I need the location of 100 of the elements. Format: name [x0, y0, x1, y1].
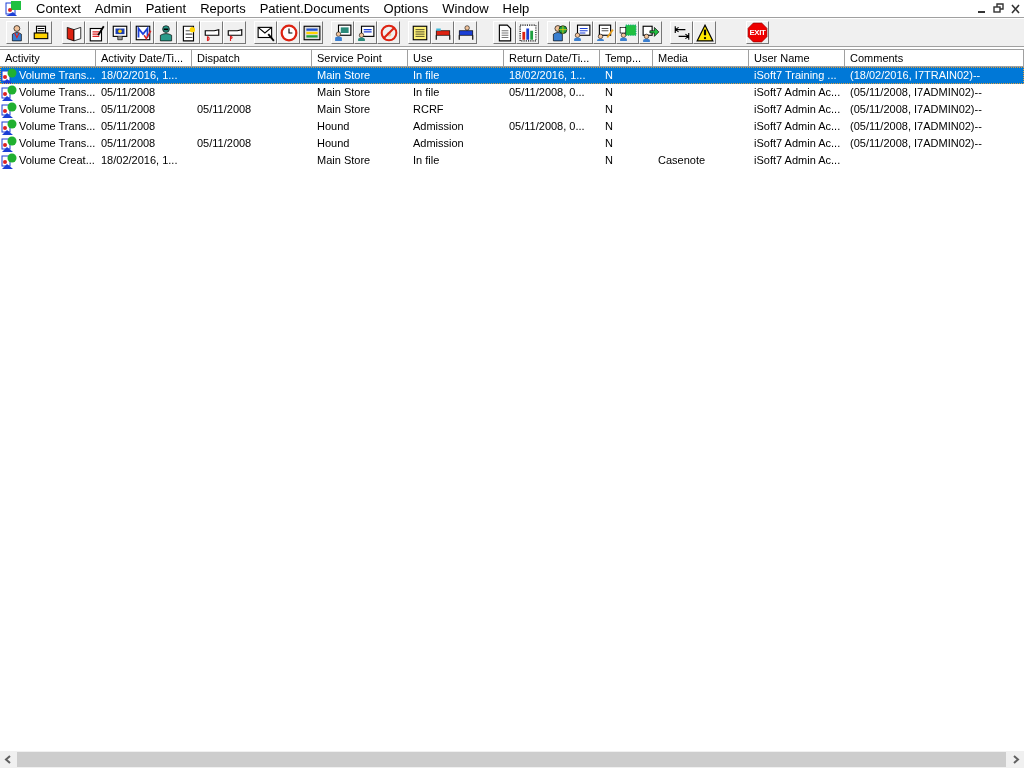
- table-row[interactable]: Volume Trans... 05/11/2008 05/11/2008 Hound Admission N iSoft7 Admin Ac... (05/11/2008, I7ADMIN02)--: [0, 135, 1024, 152]
- table-cell: (05/11/2008, I7ADMIN02)--: [850, 136, 982, 151]
- table-cell: 05/11/2008: [101, 102, 156, 117]
- table-row[interactable]: Volume Trans... 05/11/2008 Hound Admission 05/11/2008, 0... N iSoft7 Admin Ac... (05/11/2008, I7ADMIN02)--: [0, 118, 1024, 135]
- table-cell: 05/11/2008: [101, 119, 156, 134]
- clock-button[interactable]: [277, 21, 300, 44]
- table-cell: N: [605, 119, 613, 134]
- table-cell: Volume Trans...: [19, 68, 96, 83]
- table-cell: iSoft7 Admin Ac...: [754, 85, 841, 100]
- table-cell: Main Store: [317, 68, 371, 83]
- bar-chart-icon: [518, 23, 537, 42]
- printer-icon: [31, 23, 50, 42]
- monitor-button[interactable]: [108, 21, 131, 44]
- card-button[interactable]: [354, 21, 377, 44]
- table-cell: Volume Trans...: [19, 102, 96, 117]
- column-header[interactable]: Return Date/Ti...: [504, 50, 600, 67]
- column-header[interactable]: Use: [408, 50, 504, 67]
- table-cell: Casenote: [658, 153, 706, 168]
- table-cell: iSoft7 Admin Ac...: [754, 119, 841, 134]
- table-cell: RCRF: [413, 102, 444, 117]
- table-row[interactable]: Volume Trans... 18/02/2016, 1... Main Store In file 18/02/2016, 1... N iSoft7 Training ... (18/02/2016, I7TRAIN02)--: [0, 67, 1024, 84]
- table-cell: 18/02/2016, 1...: [101, 68, 178, 83]
- form-button[interactable]: [593, 21, 616, 44]
- table-cell: Main Store: [317, 102, 371, 117]
- table-cell: 05/11/2008: [101, 136, 156, 151]
- monitor-icon: [333, 23, 352, 42]
- table-cell: (05/11/2008, I7ADMIN02)--: [850, 85, 982, 100]
- table-cell: (05/11/2008, I7ADMIN02)--: [850, 102, 982, 117]
- book-button[interactable]: [62, 21, 85, 44]
- table-cell: 05/11/2008: [197, 102, 252, 117]
- prohibited-button[interactable]: [377, 21, 400, 44]
- window-button[interactable]: [300, 21, 323, 44]
- table-cell: N: [605, 102, 613, 117]
- table-cell: Hound: [317, 119, 350, 134]
- menu-item[interactable]: Patient.Documents: [252, 1, 377, 16]
- clock-icon: [279, 23, 298, 42]
- column-header[interactable]: Activity Date/Ti...: [96, 50, 192, 67]
- globe-button[interactable]: [547, 21, 570, 44]
- table-row[interactable]: Volume Trans... 05/11/2008 Main Store In file 05/11/2008, 0... N iSoft7 Admin Ac... (05/11/2008, I7ADMIN02)--: [0, 84, 1024, 101]
- table-cell: In file: [413, 153, 440, 168]
- table-row[interactable]: Volume Creat... 18/02/2016, 1... Main Store In file N Casenote iSoft7 Admin Ac...: [0, 152, 1024, 169]
- menu-item[interactable]: Help: [495, 1, 537, 16]
- bed-button[interactable]: [431, 21, 454, 44]
- menu-item[interactable]: Patient: [138, 1, 194, 16]
- menu-item[interactable]: Admin: [87, 1, 139, 16]
- menu-item[interactable]: Window: [435, 1, 496, 16]
- table-cell: Volume Creat...: [19, 153, 95, 168]
- checklist-button[interactable]: [131, 21, 154, 44]
- table-cell: N: [605, 136, 613, 151]
- table-cell: Admission: [413, 136, 464, 151]
- notepad-button[interactable]: [85, 21, 108, 44]
- document-check-icon: [133, 23, 152, 42]
- column-header[interactable]: Media: [653, 50, 749, 67]
- arrows-icon: [672, 23, 691, 42]
- surgeon-button[interactable]: [154, 21, 177, 44]
- chart-button[interactable]: [516, 21, 539, 44]
- document-button[interactable]: [493, 21, 516, 44]
- monitor-button[interactable]: [331, 21, 354, 44]
- warning-button[interactable]: [693, 21, 716, 44]
- menu-item[interactable]: Context: [29, 1, 88, 16]
- column-header[interactable]: Activity: [0, 50, 96, 67]
- doctor-button[interactable]: [6, 21, 29, 44]
- table-cell: 05/11/2008, 0...: [509, 119, 585, 134]
- arrows-button[interactable]: [670, 21, 693, 44]
- note-icon: [410, 23, 429, 42]
- table-cell: iSoft7 Admin Ac...: [754, 153, 841, 168]
- print-button[interactable]: [29, 21, 52, 44]
- table-cell: Volume Trans...: [19, 85, 96, 100]
- prohibited-icon: [379, 23, 398, 42]
- transfer-button[interactable]: [639, 21, 662, 44]
- column-header[interactable]: Comments: [845, 50, 1024, 67]
- column-header[interactable]: Temp...: [600, 50, 653, 67]
- scrollbar-thumb[interactable]: [17, 752, 1006, 767]
- envelope-button[interactable]: [254, 21, 277, 44]
- table-cell: 05/11/2008, 0...: [509, 85, 585, 100]
- table-row[interactable]: Volume Trans... 05/11/2008 05/11/2008 Main Store RCRF N iSoft7 Admin Ac... (05/11/2008, I7ADMIN02)--: [0, 101, 1024, 118]
- table-cell: In file: [413, 68, 440, 83]
- warning-icon: [695, 23, 714, 42]
- notepad-icon: [87, 23, 106, 42]
- table-cell: iSoft7 Training ...: [754, 68, 837, 83]
- table-cell: N: [605, 153, 613, 168]
- column-header[interactable]: Service Point: [312, 50, 408, 67]
- table-cell: 18/02/2016, 1...: [101, 153, 178, 168]
- document-button[interactable]: [177, 21, 200, 44]
- table-cell: N: [605, 68, 613, 83]
- column-header[interactable]: Dispatch: [192, 50, 312, 67]
- table-cell: iSoft7 Admin Ac...: [754, 136, 841, 151]
- bed-button[interactable]: [454, 21, 477, 44]
- menu-item[interactable]: Reports: [193, 1, 253, 16]
- menu-item[interactable]: Options: [376, 1, 436, 16]
- form-button[interactable]: [570, 21, 593, 44]
- form-icon: [572, 23, 591, 42]
- table-cell: (05/11/2008, I7ADMIN02)--: [850, 119, 982, 134]
- table-cell: Hound: [317, 136, 350, 151]
- form-icon: [595, 23, 614, 42]
- column-header[interactable]: User Name: [749, 50, 845, 67]
- card-icon: [356, 23, 375, 42]
- table-cell: Main Store: [317, 153, 371, 168]
- note-button[interactable]: [408, 21, 431, 44]
- table-cell: Admission: [413, 119, 464, 134]
